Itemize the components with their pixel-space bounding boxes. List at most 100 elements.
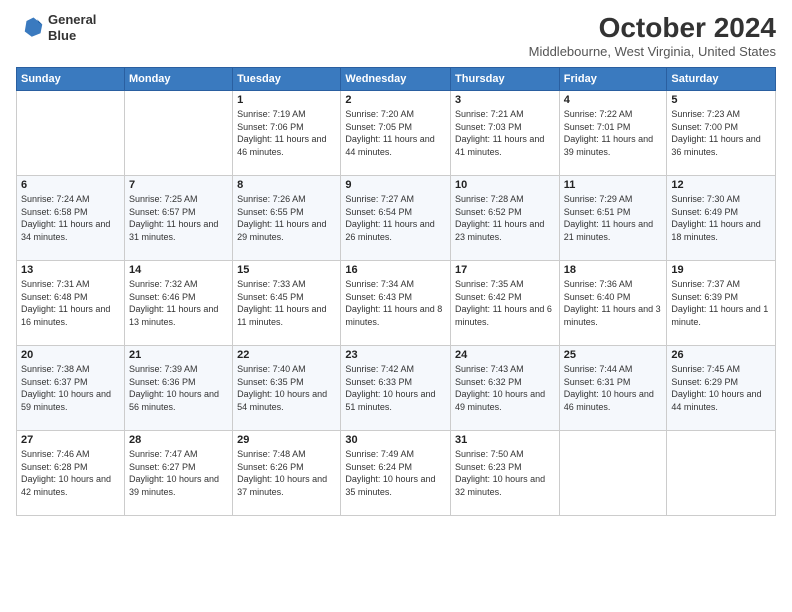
calendar-cell: 3 Sunrise: 7:21 AM Sunset: 7:03 PM Daylig…: [451, 91, 560, 176]
day-info: Sunrise: 7:48 AM Sunset: 6:26 PM Dayligh…: [237, 448, 336, 498]
day-info: Sunrise: 7:31 AM Sunset: 6:48 PM Dayligh…: [21, 278, 120, 328]
calendar-header-row: SundayMondayTuesdayWednesdayThursdayFrid…: [17, 68, 776, 91]
location: Middlebourne, West Virginia, United Stat…: [529, 44, 776, 59]
calendar-cell: 21 Sunrise: 7:39 AM Sunset: 6:36 PM Dayli…: [124, 346, 232, 431]
logo-text: General Blue: [48, 12, 96, 43]
day-info: Sunrise: 7:21 AM Sunset: 7:03 PM Dayligh…: [455, 108, 555, 158]
day-number: 4: [564, 94, 663, 106]
day-info: Sunrise: 7:38 AM Sunset: 6:37 PM Dayligh…: [21, 363, 120, 413]
month-title: October 2024: [529, 12, 776, 44]
day-number: 28: [129, 434, 228, 446]
weekday-header: Saturday: [667, 68, 776, 91]
calendar-cell: 23Sunrise: 7:42 AM Sunset: 6:33 PM Dayli…: [341, 346, 451, 431]
weekday-header: Monday: [124, 68, 232, 91]
day-number: 26: [671, 349, 771, 361]
day-number: 20: [21, 349, 120, 361]
calendar-cell: 4 Sunrise: 7:22 AM Sunset: 7:01 PM Daylig…: [559, 91, 667, 176]
day-info: Sunrise: 7:23 AM Sunset: 7:00 PM Dayligh…: [671, 108, 771, 158]
calendar-week-row: 20 Sunrise: 7:38 AM Sunset: 6:37 PM Dayli…: [17, 346, 776, 431]
day-number: 14: [129, 264, 228, 276]
day-number: 2: [345, 94, 446, 106]
calendar-cell: 24 Sunrise: 7:43 AM Sunset: 6:32 PM Dayli…: [451, 346, 560, 431]
day-number: 15: [237, 264, 336, 276]
calendar-cell: 29 Sunrise: 7:48 AM Sunset: 6:26 PM Dayli…: [233, 431, 341, 516]
calendar-cell: [124, 91, 232, 176]
day-info: Sunrise: 7:28 AM Sunset: 6:52 PM Dayligh…: [455, 193, 555, 243]
calendar-cell: [667, 431, 776, 516]
weekday-header: Tuesday: [233, 68, 341, 91]
day-number: 6: [21, 179, 120, 191]
day-number: 7: [129, 179, 228, 191]
day-number: 21: [129, 349, 228, 361]
day-number: 19: [671, 264, 771, 276]
calendar-cell: 28 Sunrise: 7:47 AM Sunset: 6:27 PM Dayli…: [124, 431, 232, 516]
calendar-cell: 25Sunrise: 7:44 AM Sunset: 6:31 PM Dayli…: [559, 346, 667, 431]
day-info: Sunrise: 7:22 AM Sunset: 7:01 PM Dayligh…: [564, 108, 663, 158]
calendar-cell: 26 Sunrise: 7:45 AM Sunset: 6:29 PM Dayli…: [667, 346, 776, 431]
calendar-cell: [559, 431, 667, 516]
calendar-cell: 12 Sunrise: 7:30 AM Sunset: 6:49 PM Dayli…: [667, 176, 776, 261]
day-number: 13: [21, 264, 120, 276]
day-info: Sunrise: 7:49 AM Sunset: 6:24 PM Dayligh…: [345, 448, 446, 498]
day-info: Sunrise: 7:37 AM Sunset: 6:39 PM Dayligh…: [671, 278, 771, 328]
day-number: 5: [671, 94, 771, 106]
calendar-cell: 17 Sunrise: 7:35 AM Sunset: 6:42 PM Dayli…: [451, 261, 560, 346]
day-info: Sunrise: 7:24 AM Sunset: 6:58 PM Dayligh…: [21, 193, 120, 243]
day-number: 18: [564, 264, 663, 276]
calendar-week-row: 6 Sunrise: 7:24 AM Sunset: 6:58 PM Daylig…: [17, 176, 776, 261]
calendar-cell: 14 Sunrise: 7:32 AM Sunset: 6:46 PM Dayli…: [124, 261, 232, 346]
day-info: Sunrise: 7:19 AM Sunset: 7:06 PM Dayligh…: [237, 108, 336, 158]
day-number: 25: [564, 349, 663, 361]
day-info: Sunrise: 7:35 AM Sunset: 6:42 PM Dayligh…: [455, 278, 555, 328]
day-number: 17: [455, 264, 555, 276]
weekday-header: Wednesday: [341, 68, 451, 91]
day-info: Sunrise: 7:20 AM Sunset: 7:05 PM Dayligh…: [345, 108, 446, 158]
calendar-cell: 6 Sunrise: 7:24 AM Sunset: 6:58 PM Daylig…: [17, 176, 125, 261]
calendar-cell: 15 Sunrise: 7:33 AM Sunset: 6:45 PM Dayli…: [233, 261, 341, 346]
calendar-cell: 10Sunrise: 7:28 AM Sunset: 6:52 PM Dayli…: [451, 176, 560, 261]
day-info: Sunrise: 7:43 AM Sunset: 6:32 PM Dayligh…: [455, 363, 555, 413]
calendar-cell: 18 Sunrise: 7:36 AM Sunset: 6:40 PM Dayli…: [559, 261, 667, 346]
calendar-week-row: 13 Sunrise: 7:31 AM Sunset: 6:48 PM Dayli…: [17, 261, 776, 346]
day-number: 31: [455, 434, 555, 446]
day-info: Sunrise: 7:27 AM Sunset: 6:54 PM Dayligh…: [345, 193, 446, 243]
calendar-table: SundayMondayTuesdayWednesdayThursdayFrid…: [16, 67, 776, 516]
day-number: 29: [237, 434, 336, 446]
day-info: Sunrise: 7:32 AM Sunset: 6:46 PM Dayligh…: [129, 278, 228, 328]
day-number: 11: [564, 179, 663, 191]
day-number: 22: [237, 349, 336, 361]
day-info: Sunrise: 7:36 AM Sunset: 6:40 PM Dayligh…: [564, 278, 663, 328]
day-number: 12: [671, 179, 771, 191]
day-info: Sunrise: 7:30 AM Sunset: 6:49 PM Dayligh…: [671, 193, 771, 243]
day-info: Sunrise: 7:45 AM Sunset: 6:29 PM Dayligh…: [671, 363, 771, 413]
calendar-cell: 13 Sunrise: 7:31 AM Sunset: 6:48 PM Dayli…: [17, 261, 125, 346]
weekday-header: Friday: [559, 68, 667, 91]
logo-icon: [16, 14, 44, 42]
calendar-week-row: 27Sunrise: 7:46 AM Sunset: 6:28 PM Dayli…: [17, 431, 776, 516]
day-info: Sunrise: 7:50 AM Sunset: 6:23 PM Dayligh…: [455, 448, 555, 498]
day-info: Sunrise: 7:34 AM Sunset: 6:43 PM Dayligh…: [345, 278, 446, 328]
day-info: Sunrise: 7:47 AM Sunset: 6:27 PM Dayligh…: [129, 448, 228, 498]
day-number: 24: [455, 349, 555, 361]
calendar-cell: 7 Sunrise: 7:25 AM Sunset: 6:57 PM Daylig…: [124, 176, 232, 261]
day-number: 9: [345, 179, 446, 191]
day-info: Sunrise: 7:33 AM Sunset: 6:45 PM Dayligh…: [237, 278, 336, 328]
calendar-week-row: 1Sunrise: 7:19 AM Sunset: 7:06 PM Daylig…: [17, 91, 776, 176]
day-info: Sunrise: 7:25 AM Sunset: 6:57 PM Dayligh…: [129, 193, 228, 243]
day-info: Sunrise: 7:26 AM Sunset: 6:55 PM Dayligh…: [237, 193, 336, 243]
logo: General Blue: [16, 12, 96, 43]
day-info: Sunrise: 7:39 AM Sunset: 6:36 PM Dayligh…: [129, 363, 228, 413]
title-block: October 2024 Middlebourne, West Virginia…: [529, 12, 776, 59]
day-number: 3: [455, 94, 555, 106]
calendar-cell: 8 Sunrise: 7:26 AM Sunset: 6:55 PM Daylig…: [233, 176, 341, 261]
calendar-cell: 27Sunrise: 7:46 AM Sunset: 6:28 PM Dayli…: [17, 431, 125, 516]
header: General Blue October 2024 Middlebourne, …: [16, 12, 776, 59]
day-number: 8: [237, 179, 336, 191]
day-number: 16: [345, 264, 446, 276]
calendar-cell: 2 Sunrise: 7:20 AM Sunset: 7:05 PM Daylig…: [341, 91, 451, 176]
calendar-cell: 19 Sunrise: 7:37 AM Sunset: 6:39 PM Dayli…: [667, 261, 776, 346]
day-info: Sunrise: 7:46 AM Sunset: 6:28 PM Dayligh…: [21, 448, 120, 498]
calendar-cell: 30Sunrise: 7:49 AM Sunset: 6:24 PM Dayli…: [341, 431, 451, 516]
calendar-cell: 9 Sunrise: 7:27 AM Sunset: 6:54 PM Daylig…: [341, 176, 451, 261]
calendar-cell: 5 Sunrise: 7:23 AM Sunset: 7:00 PM Daylig…: [667, 91, 776, 176]
